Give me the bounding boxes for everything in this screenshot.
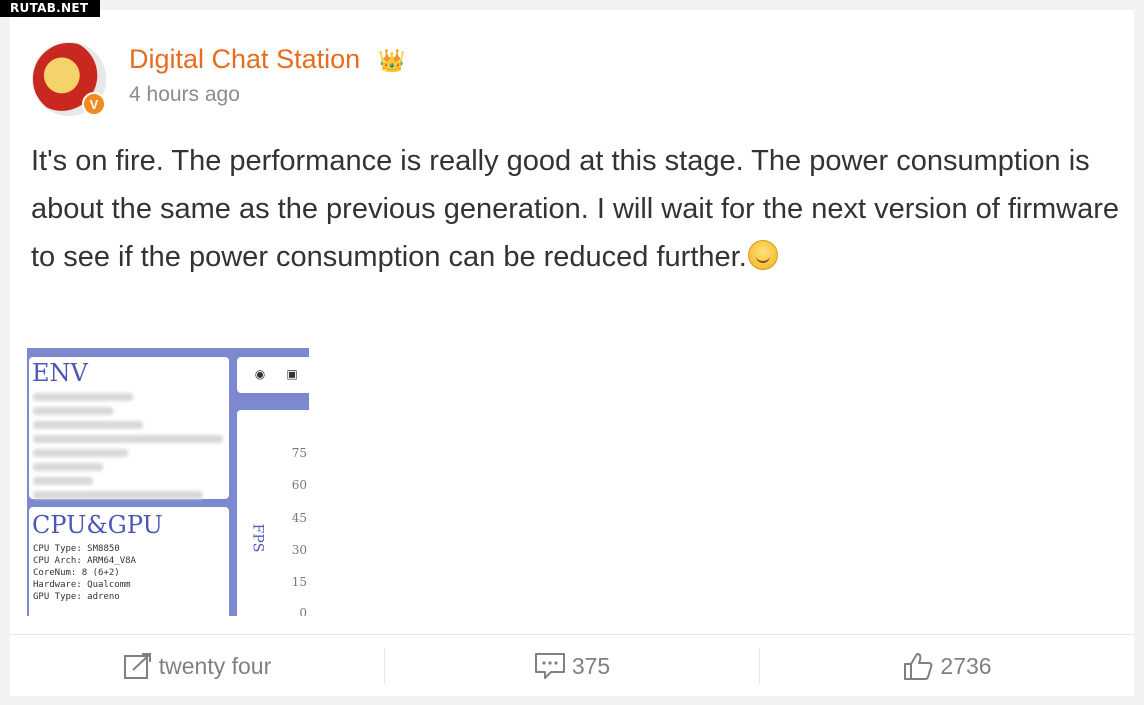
blurred-line — [33, 449, 128, 457]
cpu-info-line: GPU Type: adreno — [33, 592, 120, 602]
blurred-line — [33, 435, 223, 443]
blurred-line — [33, 421, 143, 429]
post-card: V Digital Chat Station 👑 4 hours ago It'… — [10, 10, 1134, 696]
env-panel: ENV — [29, 357, 229, 499]
comment-count: 375 — [571, 652, 611, 679]
post-image[interactable]: ENV CPU&GPU CPU Type: SM8850 CPU Arch: AR… — [27, 348, 309, 616]
toolbar-panel: ◉ ▣ — [237, 357, 309, 393]
fps-tick-label: 15 — [291, 575, 307, 589]
blurred-line — [33, 491, 203, 499]
like-button[interactable]: 2736 — [759, 648, 1134, 684]
avatar[interactable]: V — [32, 42, 106, 116]
fps-chart-panel: FPS 75 60 45 30 15 0 — [237, 410, 309, 616]
share-label: twenty four — [158, 652, 272, 679]
blurred-line — [33, 393, 133, 401]
fps-tick-label: 60 — [291, 478, 307, 492]
fps-tick-label: 30 — [291, 543, 307, 557]
fps-tick-label: 0 — [299, 606, 307, 616]
cpu-gpu-title: CPU&GPU — [32, 511, 163, 539]
cpu-info-line: CPU Arch: ARM64_V8A — [33, 556, 136, 566]
fps-axis-label: FPS — [249, 523, 266, 553]
cpu-info-line: CoreNum: 8 (6+2) — [33, 568, 120, 578]
comment-icon — [534, 653, 565, 679]
site-watermark: RUTAB.NET — [0, 0, 101, 17]
fps-tick-label: 45 — [291, 511, 307, 525]
cpu-info: CPU Type: SM8850 CPU Arch: ARM64_V8A CoreN… — [33, 543, 136, 603]
post-body: It's on fire. The performance is really … — [31, 137, 1121, 281]
cpu-gpu-panel: CPU&GPU CPU Type: SM8850 CPU Arch: ARM64_… — [29, 507, 229, 616]
blurred-line — [33, 477, 93, 485]
image-icon: ▣ — [286, 367, 298, 381]
blurred-line — [33, 407, 113, 415]
blurred-line — [33, 463, 103, 471]
verified-badge: V — [82, 92, 106, 116]
post-timestamp[interactable]: 4 hours ago — [129, 83, 240, 107]
post-actions: twenty four 375 2736 — [10, 634, 1134, 697]
fps-tick-label: 75 — [291, 446, 307, 460]
share-icon — [123, 653, 151, 679]
post-text: It's on fire. The performance is really … — [31, 145, 1120, 273]
like-count: 2736 — [940, 652, 992, 679]
comment-button[interactable]: 375 — [384, 648, 759, 684]
smile-icon — [747, 240, 778, 270]
cpu-info-line: CPU Type: SM8850 — [33, 544, 120, 554]
env-title: ENV — [32, 359, 88, 387]
dashboard-icon: ◉ — [254, 367, 266, 381]
cpu-info-line: Hardware: Qualcomm — [33, 580, 131, 590]
share-button[interactable]: twenty four — [10, 648, 384, 684]
thumbs-up-icon — [904, 653, 933, 680]
crown-icon: 👑 — [378, 48, 406, 73]
author-name[interactable]: Digital Chat Station — [129, 44, 360, 75]
